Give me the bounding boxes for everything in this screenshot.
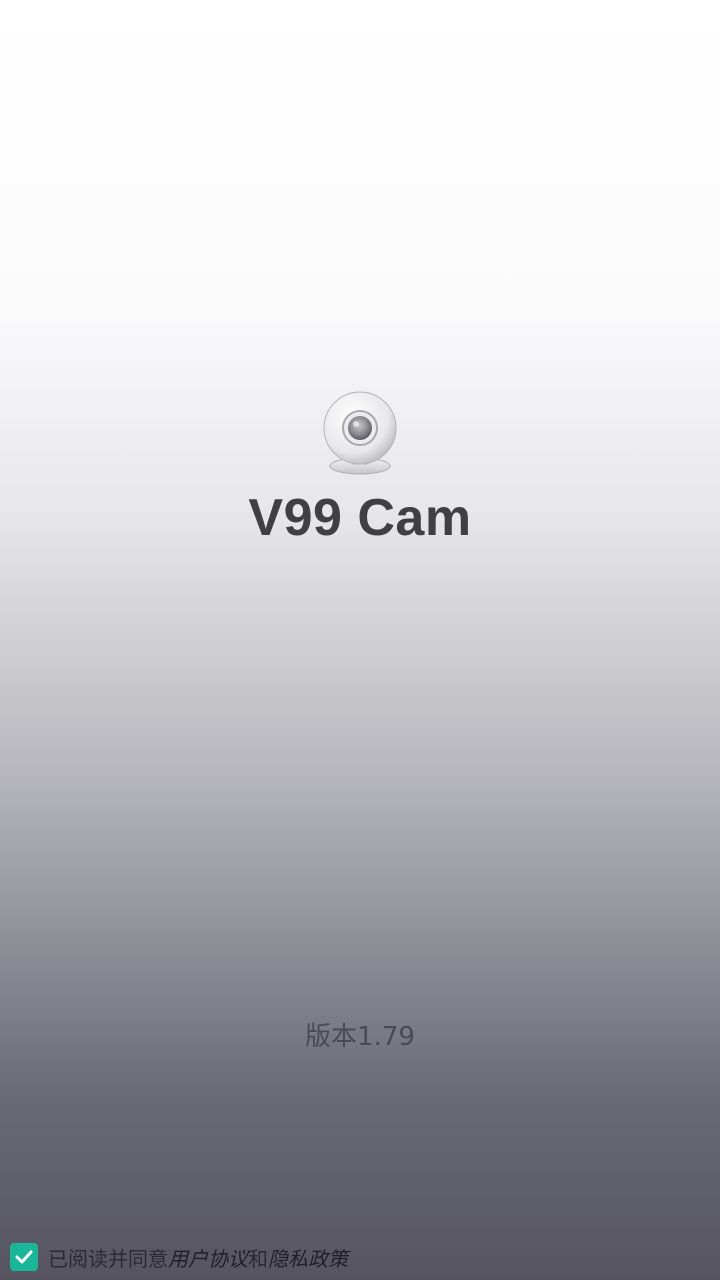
agreement-conjunction: 和 xyxy=(248,1246,268,1271)
agreement-row: 已阅读并同意 用户协议 和 隐私政策 xyxy=(10,1240,348,1274)
wifi-icon xyxy=(670,6,686,22)
app-title: V99 Cam xyxy=(248,489,472,547)
webcam-icon xyxy=(323,391,397,475)
battery-icon xyxy=(692,6,708,22)
app-logo xyxy=(320,390,400,478)
notification-icon xyxy=(12,6,28,22)
agreement-text: 已阅读并同意 用户协议 和 隐私政策 xyxy=(48,1243,348,1272)
privacy-policy-link[interactable]: 隐私政策 xyxy=(268,1243,348,1272)
status-right xyxy=(670,6,708,22)
user-agreement-link[interactable]: 用户协议 xyxy=(168,1243,248,1272)
status-left xyxy=(12,6,28,22)
version-label: 版本1.79 xyxy=(305,1022,415,1052)
checkmark-icon xyxy=(15,1250,33,1264)
status-bar xyxy=(0,0,720,34)
agreement-prefix: 已阅读并同意 xyxy=(48,1246,168,1271)
agreement-checkbox[interactable] xyxy=(10,1243,38,1271)
